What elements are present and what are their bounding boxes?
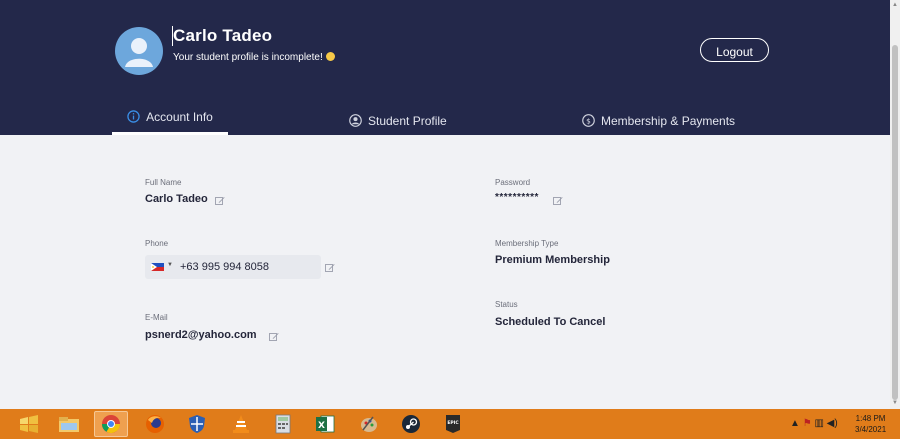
calculator-icon[interactable] [266, 411, 300, 437]
tab-label: Student Profile [368, 114, 447, 128]
start-icon[interactable] [12, 411, 46, 437]
user-name: Carlo Tadeo [173, 26, 273, 45]
logout-button[interactable]: Logout [700, 38, 769, 62]
philippines-flag-icon[interactable] [151, 263, 164, 271]
clock-date: 3/4/2021 [855, 425, 887, 434]
scroll-thumb[interactable] [892, 45, 898, 400]
user-circle-icon [349, 114, 362, 127]
page-scrollbar[interactable]: ▲ ▼ [890, 0, 900, 409]
info-icon [127, 110, 140, 123]
status-label: Status [495, 300, 518, 309]
svg-text:$: $ [586, 116, 591, 125]
membership-type-value: Premium Membership [495, 254, 610, 266]
password-label: Password [495, 178, 531, 187]
profile-incomplete-text: Your student profile is incomplete! [173, 52, 323, 63]
user-avatar-icon [125, 38, 153, 67]
firefox-icon[interactable] [138, 411, 172, 437]
taskbar-clock[interactable]: 1:48 PM 3/4/2021 [855, 413, 886, 435]
membership-type-label: Membership Type [495, 239, 559, 248]
chevron-down-icon[interactable]: ▼ [167, 262, 173, 268]
email-value: psnerd2@yahoo.com [145, 329, 257, 341]
avatar[interactable] [115, 27, 163, 75]
profile-header: Carlo Tadeo Your student profile is inco… [0, 0, 890, 135]
epic-games-icon[interactable]: EPIC [436, 411, 470, 437]
network-icon[interactable]: ▥ [814, 418, 823, 429]
scroll-up-icon[interactable]: ▲ [892, 2, 898, 8]
steam-icon[interactable] [394, 411, 428, 437]
smiley-icon [325, 52, 335, 61]
email-label: E-Mail [145, 313, 168, 322]
windows-taskbar: X EPIC ▲ ⚑ ▥ ◀) 1:48 PM 3/4/2021 [0, 409, 900, 439]
svg-text:EPIC: EPIC [447, 420, 459, 426]
status-value: Scheduled To Cancel [495, 316, 606, 328]
windows-defender-icon[interactable] [180, 411, 214, 437]
svg-text:X: X [318, 421, 325, 431]
profile-incomplete-notice: Your student profile is incomplete! [173, 52, 335, 63]
action-center-flag-icon[interactable]: ⚑ [803, 418, 812, 429]
system-tray: ▲ ⚑ ▥ ◀) [790, 418, 838, 429]
volume-icon[interactable]: ◀) [827, 418, 838, 429]
edit-icon[interactable] [553, 196, 563, 206]
account-info-panel [0, 135, 890, 409]
chrome-icon[interactable] [94, 411, 128, 437]
phone-label: Phone [145, 239, 169, 248]
full-name-value: Carlo Tadeo [145, 193, 208, 205]
edit-icon[interactable] [325, 263, 335, 273]
vlc-icon[interactable] [224, 411, 258, 437]
full-name-label: Full Name [145, 178, 182, 187]
tab-account-info[interactable]: Account Info [112, 108, 228, 135]
excel-icon[interactable]: X [308, 411, 342, 437]
paint-icon[interactable] [352, 411, 386, 437]
clock-time: 1:48 PM [855, 414, 886, 423]
show-hidden-icons-icon[interactable]: ▲ [790, 418, 800, 429]
file-explorer-icon[interactable] [52, 411, 86, 437]
edit-icon[interactable] [269, 332, 279, 342]
dollar-circle-icon: $ [582, 114, 595, 127]
password-value: ********** [495, 192, 539, 203]
tab-label: Account Info [146, 110, 213, 124]
tab-label: Membership & Payments [601, 114, 736, 128]
phone-value: +63 995 994 8058 [180, 261, 270, 273]
scroll-down-icon[interactable]: ▼ [892, 400, 898, 406]
phone-input[interactable]: ▼ +63 995 994 8058 [145, 255, 321, 279]
edit-icon[interactable] [215, 196, 225, 206]
